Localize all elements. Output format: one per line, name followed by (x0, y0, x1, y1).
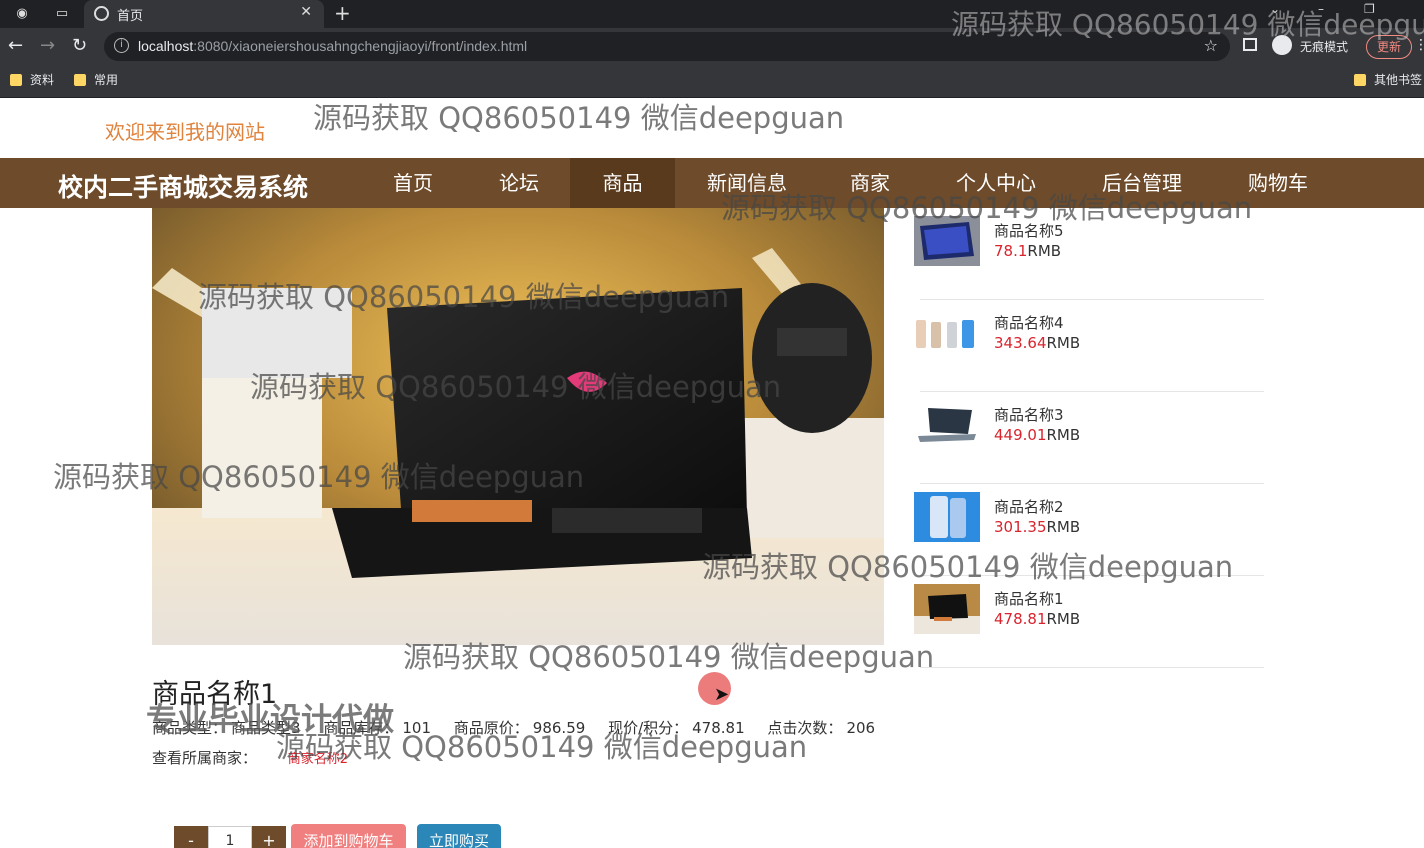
clicks-label: 点击次数： (767, 719, 843, 737)
nav-home[interactable]: 首页 (376, 158, 450, 208)
close-tab-icon[interactable]: ✕ (300, 4, 312, 20)
nav-products[interactable]: 商品 (570, 158, 675, 208)
address-toolbar: ← → ↻ i localhost:8080/xiaoneiershousahn… (0, 28, 1424, 65)
back-icon[interactable]: ← (8, 35, 23, 57)
watermark-ad: 专业毕业设计代做 (146, 702, 394, 738)
bookmark-folder-other[interactable]: 其他书签 (1354, 71, 1422, 88)
tab-home[interactable]: 首页 ✕ (84, 0, 324, 28)
add-to-cart-button[interactable]: 添加到购物车 (291, 824, 406, 848)
chevron-down-icon[interactable]: ⌄ (1270, 2, 1280, 16)
product-name: 商品名称3 (994, 406, 1064, 424)
product-thumbnail (914, 308, 980, 358)
stock-value: 101 (402, 719, 431, 737)
menu-icon[interactable]: ⋮ (1414, 37, 1424, 53)
forward-icon[interactable]: → (40, 35, 55, 57)
nav-cart[interactable]: 购物车 (1236, 158, 1320, 208)
bookmark-folder-changyong[interactable]: 常用 (74, 71, 118, 88)
buy-now-button[interactable]: 立即购买 (417, 824, 501, 848)
update-button[interactable]: 更新 (1366, 35, 1412, 59)
nav-admin[interactable]: 后台管理 (1092, 158, 1192, 208)
seller-label: 查看所属商家： (152, 749, 258, 767)
page-content: 欢迎来到我的网站 校内二手商城交易系统 首页 论坛 商品 新闻信息 商家 个人中… (0, 98, 1424, 848)
mouse-cursor-icon: ➤ (714, 684, 730, 705)
url-text: localhost:8080/xiaoneiershousahngchengji… (138, 38, 528, 54)
clicks-value: 206 (846, 719, 876, 737)
site-title: 校内二手商城交易系统 (58, 173, 309, 202)
divider (920, 667, 1264, 668)
seller-row: 查看所属商家： 商家名称2 (152, 747, 348, 768)
nav-forum[interactable]: 论坛 (484, 158, 554, 208)
side-product-5[interactable]: 商品名称5 78.1RMB (914, 208, 1264, 300)
nav-news[interactable]: 新闻信息 (697, 158, 797, 208)
watermark: 源码获取 QQ86050149 微信deepguan (313, 101, 845, 135)
product-name: 商品名称4 (994, 314, 1064, 332)
restore-icon[interactable]: ❐ (1364, 2, 1375, 16)
incognito-icon (1272, 35, 1292, 55)
profile-icon[interactable]: ◉ (12, 4, 32, 24)
price-label: 现价/积分： (608, 719, 689, 737)
product-thumbnail (914, 216, 980, 266)
price-value: 478.81 (692, 719, 745, 737)
globe-icon (94, 6, 109, 21)
orig-price-label: 商品原价： (453, 719, 529, 737)
bookmark-folder-ziliao[interactable]: 资料 (10, 71, 54, 88)
product-main-image (152, 208, 884, 645)
bookmark-star-icon[interactable]: ☆ (1204, 36, 1218, 55)
tab-title: 首页 (117, 9, 144, 24)
folder-icon (1354, 74, 1366, 86)
minimize-icon[interactable]: – (1318, 2, 1324, 16)
side-product-2[interactable]: 商品名称2 301.35RMB (914, 484, 1264, 576)
product-name: 商品名称1 (994, 590, 1064, 608)
increase-button[interactable]: + (252, 826, 286, 848)
product-name: 商品名称5 (994, 222, 1064, 240)
nav-user-center[interactable]: 个人中心 (946, 158, 1046, 208)
product-price: 78.1RMB (994, 242, 1062, 260)
side-panel-icon[interactable] (1243, 38, 1257, 51)
product-price: 301.35RMB (994, 518, 1081, 536)
side-product-1[interactable]: 商品名称1 478.81RMB (914, 576, 1264, 668)
bookmarks-bar: 资料 常用 其他书签 (0, 65, 1424, 98)
product-price: 343.64RMB (994, 334, 1081, 352)
address-bar[interactable]: i localhost:8080/xiaoneiershousahngcheng… (104, 32, 1230, 61)
welcome-text: 欢迎来到我的网站 (105, 120, 265, 144)
decrease-button[interactable]: - (174, 826, 208, 848)
product-price: 478.81RMB (994, 610, 1081, 628)
quantity-input[interactable]: 1 (208, 826, 252, 848)
new-tab-icon[interactable]: + (334, 1, 351, 25)
browser-tab-strip: ◉ ▭ 首页 ✕ + ⌄ – ❐ (0, 0, 1424, 28)
main-navigation: 校内二手商城交易系统 首页 论坛 商品 新闻信息 商家 个人中心 后台管理 购物… (0, 158, 1424, 208)
side-product-4[interactable]: 商品名称4 343.64RMB (914, 300, 1264, 392)
folder-icon (10, 74, 22, 86)
nav-merchants[interactable]: 商家 (838, 158, 902, 208)
product-name: 商品名称2 (994, 498, 1064, 516)
incognito-label: 无痕模式 (1300, 40, 1349, 54)
seller-link[interactable]: 商家名称2 (288, 752, 348, 767)
reload-icon[interactable]: ↻ (72, 35, 87, 57)
product-price: 449.01RMB (994, 426, 1081, 444)
product-thumbnail (914, 492, 980, 542)
tab-search-icon[interactable]: ▭ (52, 4, 72, 24)
folder-icon (74, 74, 86, 86)
product-thumbnail (914, 584, 980, 634)
side-product-3[interactable]: 商品名称3 449.01RMB (914, 392, 1264, 484)
product-thumbnail (914, 400, 980, 450)
info-icon[interactable]: i (114, 38, 129, 53)
orig-price-value: 986.59 (532, 719, 586, 737)
